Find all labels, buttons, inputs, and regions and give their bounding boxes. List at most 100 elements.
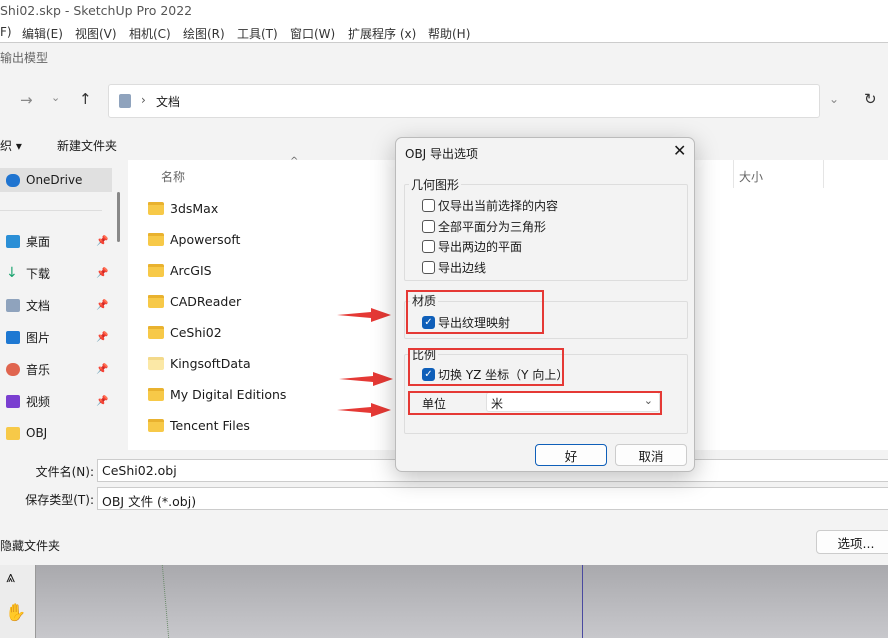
sidebar-item-videos[interactable]: 视频 📌 (0, 391, 112, 411)
refresh-icon[interactable]: ↻ (864, 90, 877, 108)
save-dialog-title: 输出模型 (0, 51, 49, 65)
checkbox-box (422, 240, 435, 253)
menu-draw[interactable]: 绘图(R) (183, 22, 225, 42)
list-item[interactable]: ArcGIS (148, 263, 212, 278)
sidebar-item-desktop[interactable]: 桌面 📌 (0, 231, 112, 251)
sidebar-item-label: 文档 (26, 298, 51, 313)
red-arrow-icon (339, 372, 393, 386)
sidebar-item-documents[interactable]: 文档 📌 (0, 295, 112, 315)
checkbox-label: 仅导出当前选择的内容 (438, 199, 559, 213)
sidebar-item-label: OneDrive (26, 173, 83, 187)
menu-file[interactable]: F) (0, 22, 12, 39)
file-type-label: 保存类型(T): (25, 493, 94, 507)
file-name: CeShi02 (170, 325, 222, 340)
new-folder-button[interactable]: 新建文件夹 (57, 137, 117, 154)
folder-icon (148, 264, 164, 277)
sidebar-item-label: OBJ (26, 426, 48, 440)
folder-icon (6, 426, 20, 440)
ok-button[interactable]: 好 (535, 444, 607, 466)
up-icon[interactable]: ↑ (79, 90, 92, 108)
breadcrumb-separator-icon: › (141, 93, 146, 107)
pin-icon: 📌 (96, 363, 109, 375)
checkbox-label: 全部平面分为三角形 (438, 220, 547, 234)
sidebar-item-label: 音乐 (26, 362, 51, 377)
red-arrow-icon (337, 308, 391, 322)
menu-window[interactable]: 窗口(W) (290, 22, 335, 42)
download-icon: ↓ (6, 264, 18, 281)
file-type-select[interactable]: OBJ 文件 (*.obj) (97, 487, 888, 510)
column-header-size[interactable]: 大小 (739, 168, 763, 185)
file-name: Apowersoft (170, 232, 241, 247)
sketchup-viewport[interactable]: ⩓ ✋ (0, 565, 888, 638)
column-header-name[interactable]: 名称 (161, 168, 185, 185)
export-selection-only-checkbox[interactable]: 仅导出当前选择的内容 (422, 197, 558, 214)
highlight-box (406, 290, 544, 334)
sidebar-item-label: 图片 (26, 330, 51, 345)
list-item[interactable]: Tencent Files (148, 418, 250, 433)
tool-palette: ⩓ ✋ (0, 565, 36, 638)
highlight-box (408, 391, 662, 415)
green-axis (161, 565, 170, 638)
group-title: 几何图形 (409, 176, 462, 193)
sidebar-scrollbar[interactable] (117, 192, 120, 242)
sidebar-item-obj[interactable]: OBJ (0, 423, 112, 443)
cloud-icon (6, 173, 20, 187)
folder-icon (148, 233, 164, 246)
walk-tool-icon[interactable]: ⩓ (6, 567, 15, 587)
highlight-box (408, 348, 564, 386)
window-title: Shi02.skp - SketchUp Pro 2022 (0, 0, 888, 22)
sidebar-item-onedrive[interactable]: OneDrive (0, 168, 112, 192)
recent-dropdown-icon[interactable]: ⌄ (51, 91, 60, 104)
list-item[interactable]: CeShi02 (148, 325, 222, 340)
menu-view[interactable]: 视图(V) (75, 22, 117, 42)
sidebar-item-downloads[interactable]: ↓ 下载 📌 (0, 263, 112, 283)
navigation-pane: OneDrive 桌面 📌 ↓ 下载 📌 文档 📌 图片 📌 音乐 📌 视频 📌 OBJ (0, 160, 115, 450)
export-two-sided-faces-checkbox[interactable]: 导出两边的平面 (422, 238, 522, 255)
checkbox-box (422, 261, 435, 274)
list-item[interactable]: 3dsMax (148, 201, 218, 216)
address-bar[interactable]: › 文档 (108, 84, 820, 118)
sidebar-item-label: 视频 (26, 394, 51, 409)
breadcrumb[interactable]: 文档 (156, 93, 180, 110)
sidebar-item-music[interactable]: 音乐 📌 (0, 359, 112, 379)
export-edges-checkbox[interactable]: 导出边线 (422, 259, 486, 276)
folder-icon (148, 295, 164, 308)
column-divider (733, 160, 734, 188)
menu-bar: F) 编辑(E) 视图(V) 相机(C) 绘图(R) 工具(T) 窗口(W) 扩… (0, 22, 888, 43)
document-icon (6, 298, 20, 312)
folder-icon (148, 326, 164, 339)
cancel-button[interactable]: 取消 (615, 444, 687, 466)
menu-camera[interactable]: 相机(C) (129, 22, 171, 42)
sidebar-item-label: 桌面 (26, 234, 51, 249)
blue-axis (582, 565, 583, 638)
list-item[interactable]: KingsoftData (148, 356, 251, 371)
file-name: KingsoftData (170, 356, 251, 371)
hide-folders-toggle[interactable]: 隐藏文件夹 (0, 537, 60, 554)
file-name: My Digital Editions (170, 387, 287, 402)
pictures-icon (6, 330, 20, 344)
forward-icon[interactable]: → (20, 91, 33, 109)
filename-label: 文件名(N): (35, 465, 94, 479)
list-item[interactable]: Apowersoft (148, 232, 240, 247)
menu-edit[interactable]: 编辑(E) (22, 22, 63, 42)
dialog-title: OBJ 导出选项 (405, 147, 479, 161)
pin-icon: 📌 (96, 235, 109, 247)
list-item[interactable]: My Digital Editions (148, 387, 286, 402)
menu-tools[interactable]: 工具(T) (237, 22, 278, 42)
checkbox-box (422, 199, 435, 212)
close-icon[interactable]: ✕ (673, 141, 686, 160)
sidebar-item-pictures[interactable]: 图片 📌 (0, 327, 112, 347)
address-dropdown-icon[interactable]: ⌄ (829, 92, 839, 106)
options-button[interactable]: 选项... (816, 530, 888, 554)
pin-icon: 📌 (96, 267, 109, 279)
pan-hand-icon[interactable]: ✋ (5, 603, 26, 623)
sidebar-item-label: 下载 (26, 266, 51, 281)
menu-extensions[interactable]: 扩展程序 (x) (348, 22, 416, 42)
pin-icon: 📌 (96, 299, 109, 311)
red-arrow-icon (337, 403, 391, 417)
pin-icon: 📌 (96, 331, 109, 343)
organize-button[interactable]: 织 ▾ (0, 137, 22, 154)
menu-help[interactable]: 帮助(H) (428, 22, 470, 42)
list-item[interactable]: CADReader (148, 294, 241, 309)
triangulate-faces-checkbox[interactable]: 全部平面分为三角形 (422, 218, 546, 235)
